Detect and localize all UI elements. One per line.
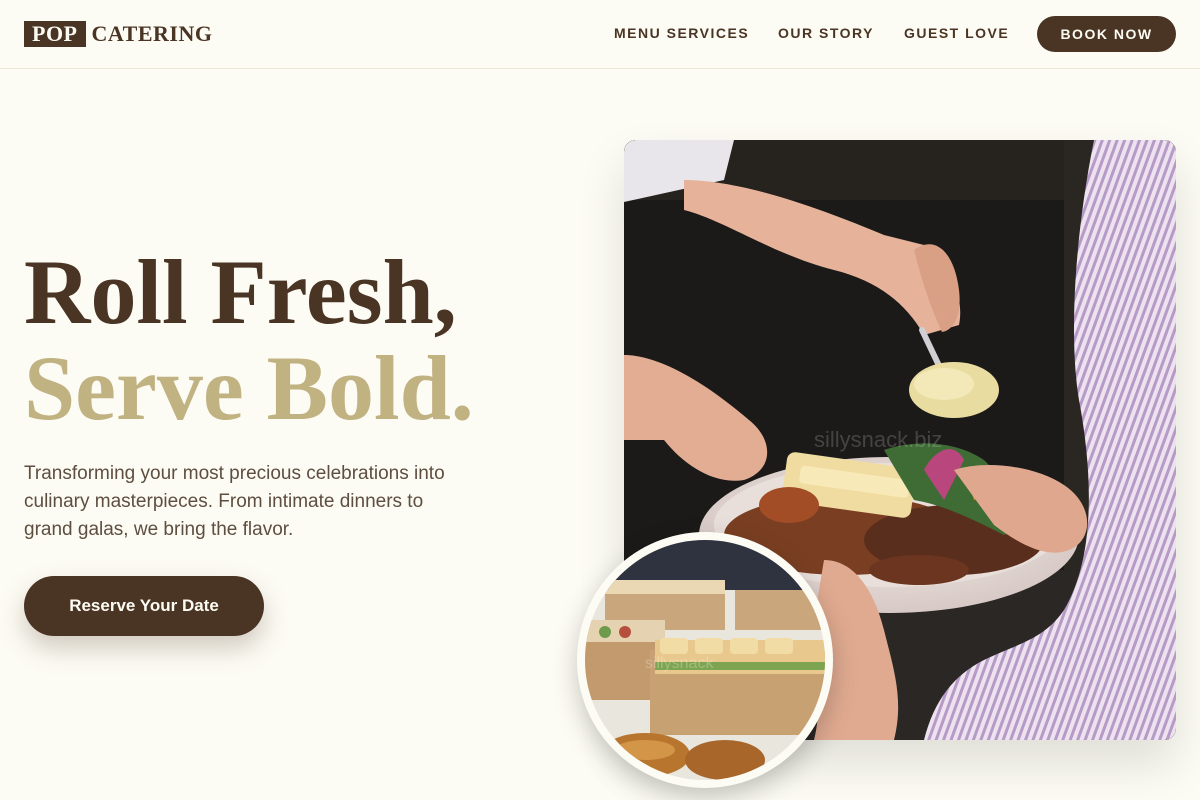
brand-logo[interactable]: POP CATERING [24,21,212,47]
hero-lead-text: Transforming your most precious celebrat… [24,463,445,540]
inset-photo-sandwich-boxes: sillysnack [585,540,825,780]
nav-menu-services[interactable]: MENU SERVICES [614,25,749,41]
hero-title-line2: Serve Bold. [24,337,474,439]
nav-guest-love[interactable]: GUEST LOVE [904,25,1009,41]
inset-photo-frame: sillysnack [577,532,833,788]
reserve-date-button[interactable]: Reserve Your Date [24,576,264,636]
svg-text:sillysnack: sillysnack [645,655,714,672]
book-now-button[interactable]: BOOK NOW [1037,16,1176,52]
logo-wordmark: CATERING [91,21,213,46]
nav-our-story[interactable]: OUR STORY [778,25,874,41]
hero-title-line1: Roll Fresh, [24,241,457,343]
svg-text:sillysnack.biz: sillysnack.biz [814,427,942,452]
site-header: POP CATERING MENU SERVICES OUR STORY GUE… [0,0,1200,69]
logo-box: POP [24,21,86,47]
